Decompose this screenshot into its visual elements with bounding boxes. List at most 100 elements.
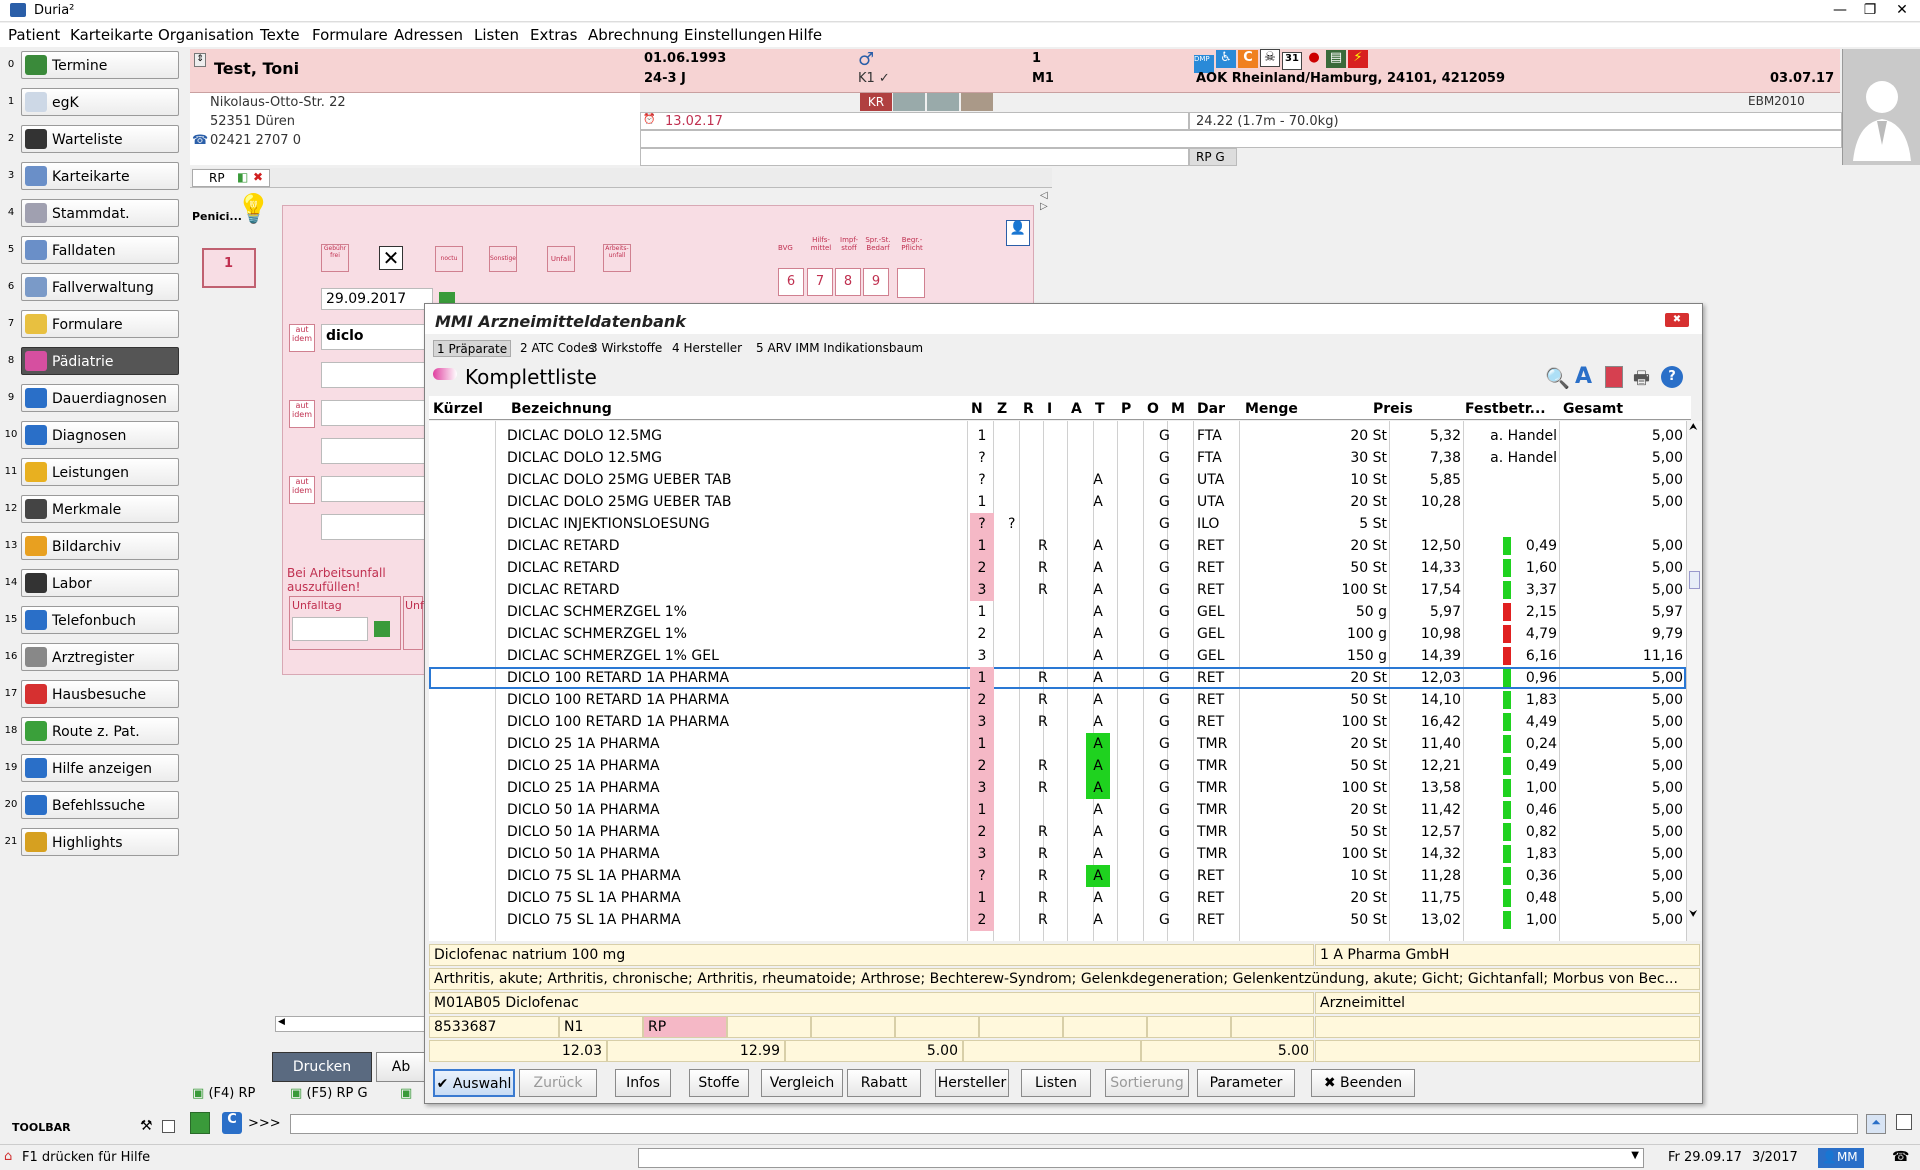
tab-close-icon[interactable]: ✖ xyxy=(253,170,263,184)
phone-status-icon[interactable]: ☎ xyxy=(1892,1149,1909,1165)
aut-idem-1[interactable]: aut idem xyxy=(289,324,315,352)
close-window-button[interactable]: ✕ xyxy=(1884,0,1920,22)
help-icon[interactable]: ? xyxy=(1661,366,1683,388)
table-row[interactable]: DICLO 75 SL 1A PHARMA? R A G RET 10 St 11,28 0,… xyxy=(429,865,1686,887)
menu-einstellungen[interactable]: Einstellungen xyxy=(684,26,786,44)
unfalltag-input[interactable] xyxy=(292,617,368,641)
tab-präparate[interactable]: 1 Präparate xyxy=(433,340,512,357)
wheelchair-icon[interactable]: ♿ xyxy=(1216,50,1236,68)
scroll-left-icon[interactable]: ◀ xyxy=(278,1017,285,1027)
table-row[interactable]: DICLAC DOLO 25MG UEBER TAB? A G UTA 10 St 5,8… xyxy=(429,469,1686,491)
column-header-bezeichnung[interactable]: Bezeichnung xyxy=(511,401,612,417)
book-red-icon[interactable] xyxy=(1605,366,1623,388)
column-header-o[interactable]: O xyxy=(1147,401,1159,417)
sidebar-button[interactable]: Hausbesuche xyxy=(21,680,179,708)
table-row[interactable]: DICLAC DOLO 12.5MG 1 G FTA 20 St 5,32 a. Hande… xyxy=(429,425,1686,447)
table-row[interactable]: DICLAC DOLO 25MG UEBER TAB 1 A G UTA 20 St 10,… xyxy=(429,491,1686,513)
calendar-31-icon[interactable]: 31 xyxy=(1282,52,1302,70)
box-6[interactable]: 6 xyxy=(778,268,804,296)
menu-adressen[interactable]: Adressen xyxy=(394,26,463,44)
sidebar-button[interactable]: Dauerdiagnosen xyxy=(21,384,179,412)
sidebar-button[interactable]: Karteikarte xyxy=(21,162,179,190)
green-toggle-icon[interactable] xyxy=(190,1112,210,1134)
table-row[interactable]: DICLO 50 1A PHARMA 1 A G TMR 20 St 11,42 0,46 5,… xyxy=(429,799,1686,821)
button-vergleich[interactable]: Vergleich xyxy=(761,1069,843,1097)
table-row[interactable]: DICLAC SCHMERZGEL 1% 2 A G GEL 100 g 10,98 4,79… xyxy=(429,623,1686,645)
menu-extras[interactable]: Extras xyxy=(530,26,577,44)
table-row[interactable]: DICLO 100 RETARD 1A PHARMA 1 R A G RET 20 St 12… xyxy=(429,667,1686,689)
sidebar-button[interactable]: egK xyxy=(21,88,179,116)
drug-input-5[interactable] xyxy=(321,476,433,502)
command-checkbox[interactable] xyxy=(1896,1114,1912,1130)
sidebar-item-telefonbuch[interactable]: 15 Telefonbuch xyxy=(0,605,186,635)
sidebar-button[interactable]: Befehlssuche xyxy=(21,791,179,819)
prescription-date-field[interactable]: 29.09.2017 xyxy=(321,288,433,310)
column-header-kürzel[interactable]: Kürzel xyxy=(433,401,483,417)
button-parameter[interactable]: Parameter xyxy=(1197,1069,1295,1097)
table-row[interactable]: DICLO 100 RETARD 1A PHARMA 2 R A G RET 50 St 14… xyxy=(429,689,1686,711)
grid-vscroll[interactable]: ⮝ ⮟ xyxy=(1686,421,1702,941)
scroll-up-icon[interactable]: ⮝ xyxy=(1689,422,1698,433)
box-8[interactable]: 8 xyxy=(835,268,861,296)
sidebar-button[interactable]: Merkmale xyxy=(21,495,179,523)
f6-icon[interactable]: ▣ xyxy=(400,1086,412,1101)
book-icon[interactable]: ▤ xyxy=(1326,50,1346,68)
button-beenden[interactable]: ✖ Beenden xyxy=(1311,1069,1415,1097)
sidebar-item-hilfe-anzeigen[interactable]: 19 Hilfe anzeigen xyxy=(0,753,186,783)
table-row[interactable]: DICLO 100 RETARD 1A PHARMA 3 R A G RET 100 St 1… xyxy=(429,711,1686,733)
sidebar-button[interactable]: Highlights xyxy=(21,828,179,856)
badge-blank-2[interactable] xyxy=(927,93,959,111)
ab-button[interactable]: Ab xyxy=(376,1052,426,1082)
column-header-i[interactable]: I xyxy=(1047,401,1052,417)
table-row[interactable]: DICLO 75 SL 1A PHARMA 1 R A G RET 20 St 11,75 0,… xyxy=(429,887,1686,909)
column-header-gesamt[interactable]: Gesamt xyxy=(1563,401,1623,417)
patient-name[interactable]: Test, Toni xyxy=(214,59,299,78)
box-unfall[interactable]: Unfall xyxy=(547,246,575,272)
status-combo[interactable]: ▼ xyxy=(638,1148,1644,1168)
table-row[interactable]: DICLAC INJEKTIONSLOESUNG?? G ILO 5 St xyxy=(429,513,1686,535)
table-row[interactable]: DICLAC SCHMERZGEL 1% GEL 3 A G GEL 150 g 14,39… xyxy=(429,645,1686,667)
print-button[interactable]: Drucken xyxy=(272,1052,372,1082)
column-header-z[interactable]: Z xyxy=(997,401,1007,417)
menu-listen[interactable]: Listen xyxy=(474,26,519,44)
table-row[interactable]: DICLAC DOLO 12.5MG? G FTA 30 St 7,38 a. Hande… xyxy=(429,447,1686,469)
c-icon[interactable]: C xyxy=(1238,50,1258,68)
sidebar-item-stammdat-[interactable]: 4 Stammdat. xyxy=(0,198,186,228)
table-row[interactable]: DICLAC SCHMERZGEL 1% 1 A G GEL 50 g 5,97 2,15 5,… xyxy=(429,601,1686,623)
sidebar-button[interactable]: Fallverwaltung xyxy=(21,273,179,301)
badge-blank-3[interactable] xyxy=(961,93,993,111)
sidebar-button[interactable]: Hilfe anzeigen xyxy=(21,754,179,782)
scroll-thumb[interactable] xyxy=(1689,571,1700,589)
aut-idem-3[interactable]: aut idem xyxy=(289,476,315,504)
table-row[interactable]: DICLO 25 1A PHARMA 1 A G TMR 20 St 11,40 0,24 5,… xyxy=(429,733,1686,755)
button-stoffe[interactable]: Stoffe xyxy=(689,1069,749,1097)
printer-icon[interactable]: 🖶 xyxy=(1633,366,1650,396)
menu-texte[interactable]: Texte xyxy=(260,26,300,44)
sidebar-item-highlights[interactable]: 21 Highlights xyxy=(0,827,186,857)
form-scroll-arrows[interactable]: ◁ ▷ xyxy=(1040,190,1048,212)
sidebar-item-hausbesuche[interactable]: 17 Hausbesuche xyxy=(0,679,186,709)
sidebar-item-diagnosen[interactable]: 10 Diagnosen xyxy=(0,420,186,450)
font-icon[interactable]: A xyxy=(1575,364,1592,389)
tab-rp[interactable]: RP ◧ ✖ xyxy=(192,169,270,187)
sidebar-item-route-z-pat-[interactable]: 18 Route z. Pat. xyxy=(0,716,186,746)
collapse-icon[interactable]: ⇕ xyxy=(194,53,206,67)
table-row[interactable]: DICLO 25 1A PHARMA 2 R A G TMR 50 St 12,21 0,49 5… xyxy=(429,755,1686,777)
f5-rpg-button[interactable]: ▣ (F5) RP G xyxy=(290,1086,368,1101)
menu-formulare[interactable]: Formulare xyxy=(312,26,388,44)
sidebar-item-befehlssuche[interactable]: 20 Befehlssuche xyxy=(0,790,186,820)
box-noctu[interactable]: noctu xyxy=(435,246,463,272)
column-header-p[interactable]: P xyxy=(1121,401,1131,417)
phone[interactable]: 02421 2707 0 xyxy=(210,133,301,148)
sidebar-button[interactable]: Formulare xyxy=(21,310,179,338)
menu-abrechnung[interactable]: Abrechnung xyxy=(588,26,679,44)
sidebar-item-termine[interactable]: 0 Termine xyxy=(0,50,186,80)
table-row[interactable]: DICLO 25 1A PHARMA 3 R A G TMR 100 St 13,58 1,00… xyxy=(429,777,1686,799)
button-hersteller[interactable]: Hersteller xyxy=(935,1069,1009,1097)
form-hscroll[interactable]: ◀ xyxy=(275,1016,425,1032)
f4-rp-button[interactable]: ▣ (F4) RP xyxy=(192,1086,255,1101)
restore-button[interactable]: ❐ xyxy=(1852,0,1888,22)
column-header-m[interactable]: M xyxy=(1171,401,1185,417)
blood-drop-icon[interactable]: ● xyxy=(1304,50,1324,68)
column-header-festbetr[interactable]: Festbetr... xyxy=(1465,401,1546,417)
